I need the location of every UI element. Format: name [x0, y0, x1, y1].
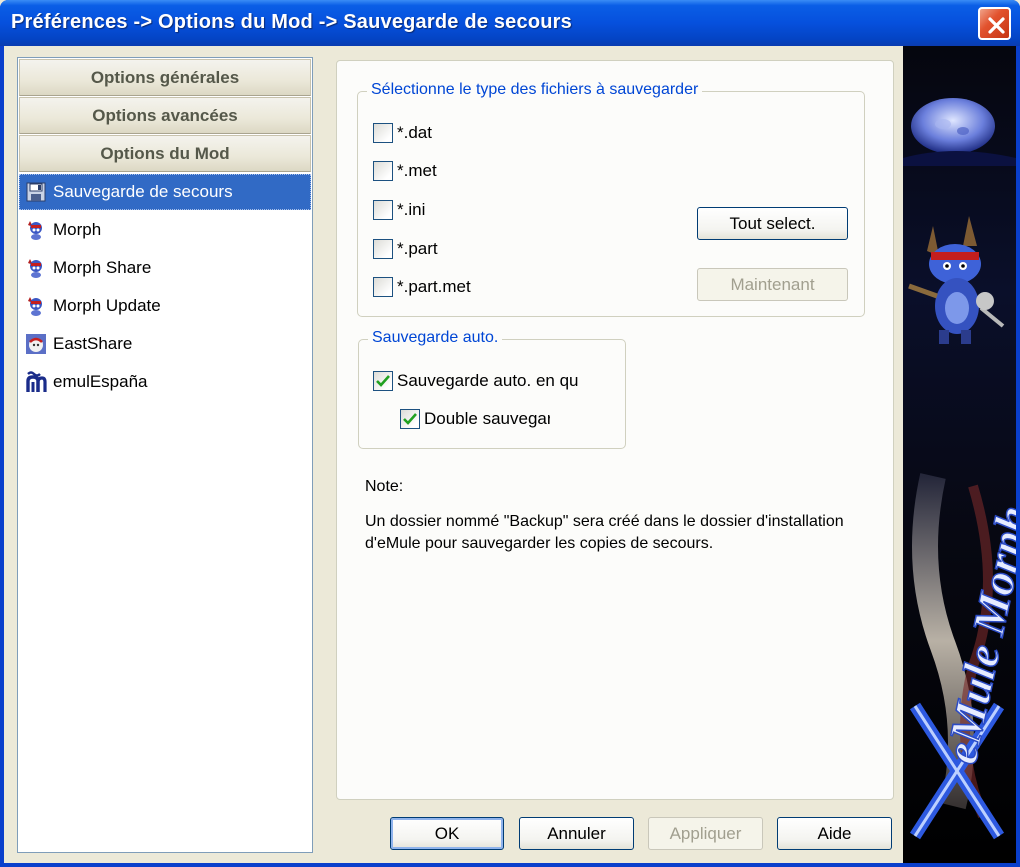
- sidebar-item-morph-update[interactable]: Morph Update: [19, 288, 311, 324]
- category-mod-options[interactable]: Options du Mod: [19, 135, 311, 172]
- checkbox-box[interactable]: [400, 409, 420, 429]
- checkbox-auto-backup[interactable]: Sauvegarde auto. en qu: [373, 370, 583, 392]
- checkbox-label: Double sauvegar: [424, 409, 550, 428]
- window-title: Préférences -> Options du Mod -> Sauvega…: [11, 11, 572, 33]
- sidebar-item-label: Morph: [53, 220, 102, 239]
- checkmark-icon: [376, 375, 390, 387]
- autobackup-group: Sauvegarde auto. Sauvegarde auto. en qu: [358, 329, 626, 449]
- sidebar-item-label: Morph Share: [53, 258, 152, 277]
- dialog-client-area: Options générales Options avancées Optio…: [4, 46, 1016, 863]
- close-icon: [988, 17, 1005, 34]
- sidebar-item-label: Sauvegarde de secours: [53, 182, 233, 201]
- checkbox-box[interactable]: [373, 161, 393, 181]
- ok-button[interactable]: OK: [390, 817, 504, 850]
- sidebar-item-emulespana[interactable]: emulEspaña: [19, 364, 311, 400]
- checkbox-label: *.ini: [397, 200, 426, 219]
- checkbox-box[interactable]: [373, 371, 393, 391]
- emule-morph-banner: eMule Morph: [903, 46, 1016, 863]
- apply-button[interactable]: Appliquer: [648, 817, 763, 850]
- sidebar-item-label: Morph Update: [53, 296, 161, 315]
- sidebar-item-morph[interactable]: Morph: [19, 212, 311, 248]
- filetypes-group-legend: Sélectionne le type des fichiers à sauve…: [367, 81, 703, 99]
- checkbox-box[interactable]: [373, 277, 393, 297]
- settings-panel: Sélectionne le type des fichiers à sauve…: [336, 60, 894, 800]
- checkbox-label: *.met: [397, 161, 437, 180]
- note-title: Note:: [365, 478, 404, 495]
- checkmark-icon: [403, 413, 417, 425]
- sidebar-item-sauvegarde-de-secours[interactable]: Sauvegarde de secours: [19, 174, 311, 210]
- select-all-button[interactable]: Tout select.: [697, 207, 848, 240]
- moon-icon: [903, 98, 1016, 166]
- title-bar[interactable]: Préférences -> Options du Mod -> Sauvega…: [0, 0, 1020, 46]
- sidebar-item-label: EastShare: [53, 334, 133, 353]
- checkbox-box[interactable]: [373, 123, 393, 143]
- backup-now-button[interactable]: Maintenant: [697, 268, 848, 301]
- floppy-disk-icon: [26, 182, 46, 202]
- sidebar-item-label: emulEspaña: [53, 372, 148, 391]
- sidebar-item-morph-share[interactable]: Morph Share: [19, 250, 311, 286]
- autobackup-group-legend: Sauvegarde auto.: [368, 329, 503, 347]
- banner-artwork: eMule Morph: [903, 98, 1016, 840]
- cancel-button[interactable]: Annuler: [519, 817, 634, 850]
- checkbox-label: *.part: [397, 239, 438, 258]
- morph-mascot-icon: [28, 297, 42, 316]
- checkbox-box[interactable]: [373, 239, 393, 259]
- preferences-window: Préférences -> Options du Mod -> Sauvega…: [0, 0, 1020, 867]
- sidebar-item-eastshare[interactable]: EastShare: [19, 326, 311, 362]
- checkbox-label: *.part.met: [397, 277, 471, 296]
- help-button[interactable]: Aide: [777, 817, 892, 850]
- preferences-sidebar: Options générales Options avancées Optio…: [17, 57, 313, 853]
- morph-mascot-icon: [28, 221, 42, 240]
- close-button[interactable]: [978, 7, 1011, 40]
- note-body: Un dossier nommé "Backup" sera créé dans…: [365, 513, 844, 552]
- mascot-icon: [908, 216, 1005, 344]
- checkbox-label: *.dat: [397, 123, 432, 142]
- eastshare-icon: [26, 334, 46, 354]
- category-general-options[interactable]: Options générales: [19, 59, 311, 96]
- emulespana-icon: [26, 371, 47, 392]
- morph-mascot-icon: [28, 259, 42, 278]
- checkbox-box[interactable]: [373, 200, 393, 220]
- checkbox-double-backup[interactable]: Double sauvegar: [400, 408, 550, 430]
- category-advanced-options[interactable]: Options avancées: [19, 97, 311, 134]
- filetypes-group: Sélectionne le type des fichiers à sauve…: [357, 81, 865, 317]
- checkbox-label: Sauvegarde auto. en qu: [397, 371, 579, 390]
